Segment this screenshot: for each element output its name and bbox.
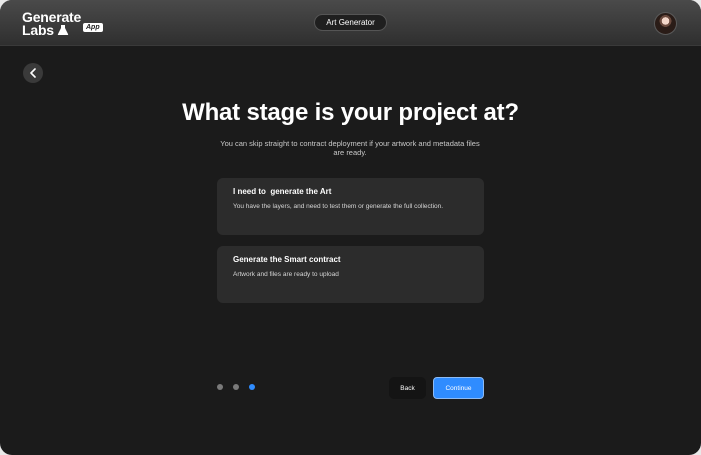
option-description: You have the layers, and need to test th… (233, 203, 444, 210)
page-title: What stage is your project at? (182, 99, 519, 126)
option-generate-art[interactable]: I need to generate the Art You have the … (217, 178, 484, 235)
app-window: Generate Labs App Art Generator What sta… (0, 0, 701, 455)
option-generate-contract[interactable]: Generate the Smart contract Artwork and … (217, 246, 484, 303)
avatar[interactable] (654, 12, 677, 35)
chevron-left-icon (30, 68, 36, 78)
logo-text-line2: Labs (22, 22, 54, 38)
back-button[interactable]: Back (389, 377, 426, 399)
option-description: Artwork and files are ready to upload (233, 271, 339, 278)
top-bar: Generate Labs App Art Generator (0, 0, 701, 46)
step-dot-active (249, 384, 255, 390)
logo[interactable]: Generate Labs App (22, 10, 103, 38)
continue-button[interactable]: Continue (433, 377, 484, 399)
back-arrow-button[interactable] (23, 63, 43, 83)
app-badge: App (83, 23, 103, 32)
step-dot (217, 384, 223, 390)
section-pill: Art Generator (314, 14, 387, 31)
step-dot (233, 384, 239, 390)
option-title: Generate the Smart contract (233, 255, 341, 264)
flask-icon (57, 25, 69, 35)
page-subtitle: You can skip straight to contract deploy… (220, 139, 480, 157)
option-title: I need to generate the Art (233, 187, 332, 196)
